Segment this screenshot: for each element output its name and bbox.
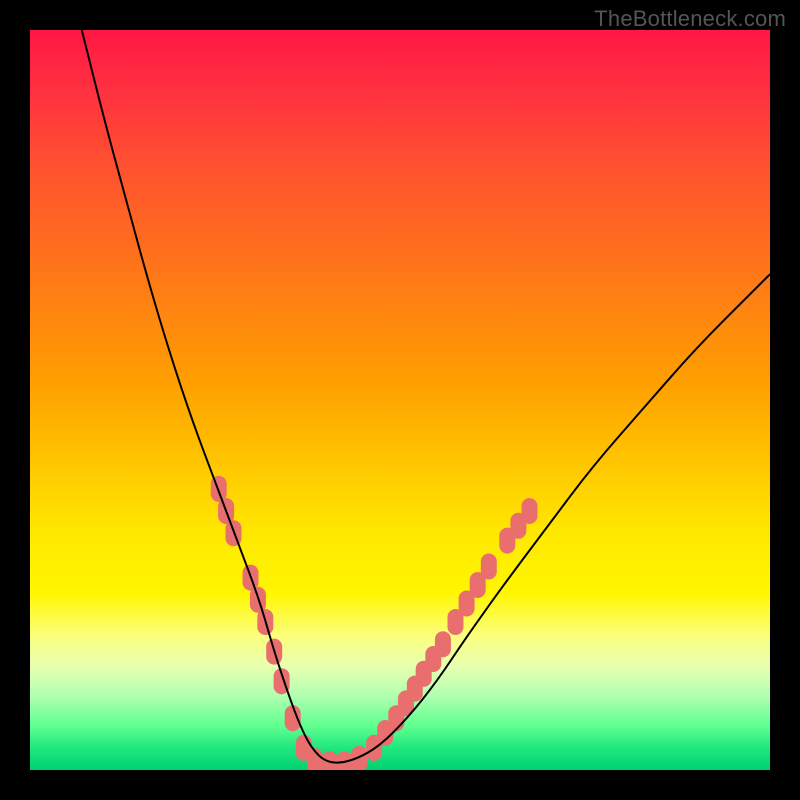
highlight-marker bbox=[481, 554, 497, 580]
highlight-marker bbox=[522, 498, 538, 524]
chart-svg bbox=[30, 30, 770, 770]
chart-plot-area bbox=[30, 30, 770, 770]
watermark-text: TheBottleneck.com bbox=[594, 6, 786, 32]
marker-group bbox=[211, 476, 538, 770]
highlight-marker bbox=[435, 631, 451, 657]
